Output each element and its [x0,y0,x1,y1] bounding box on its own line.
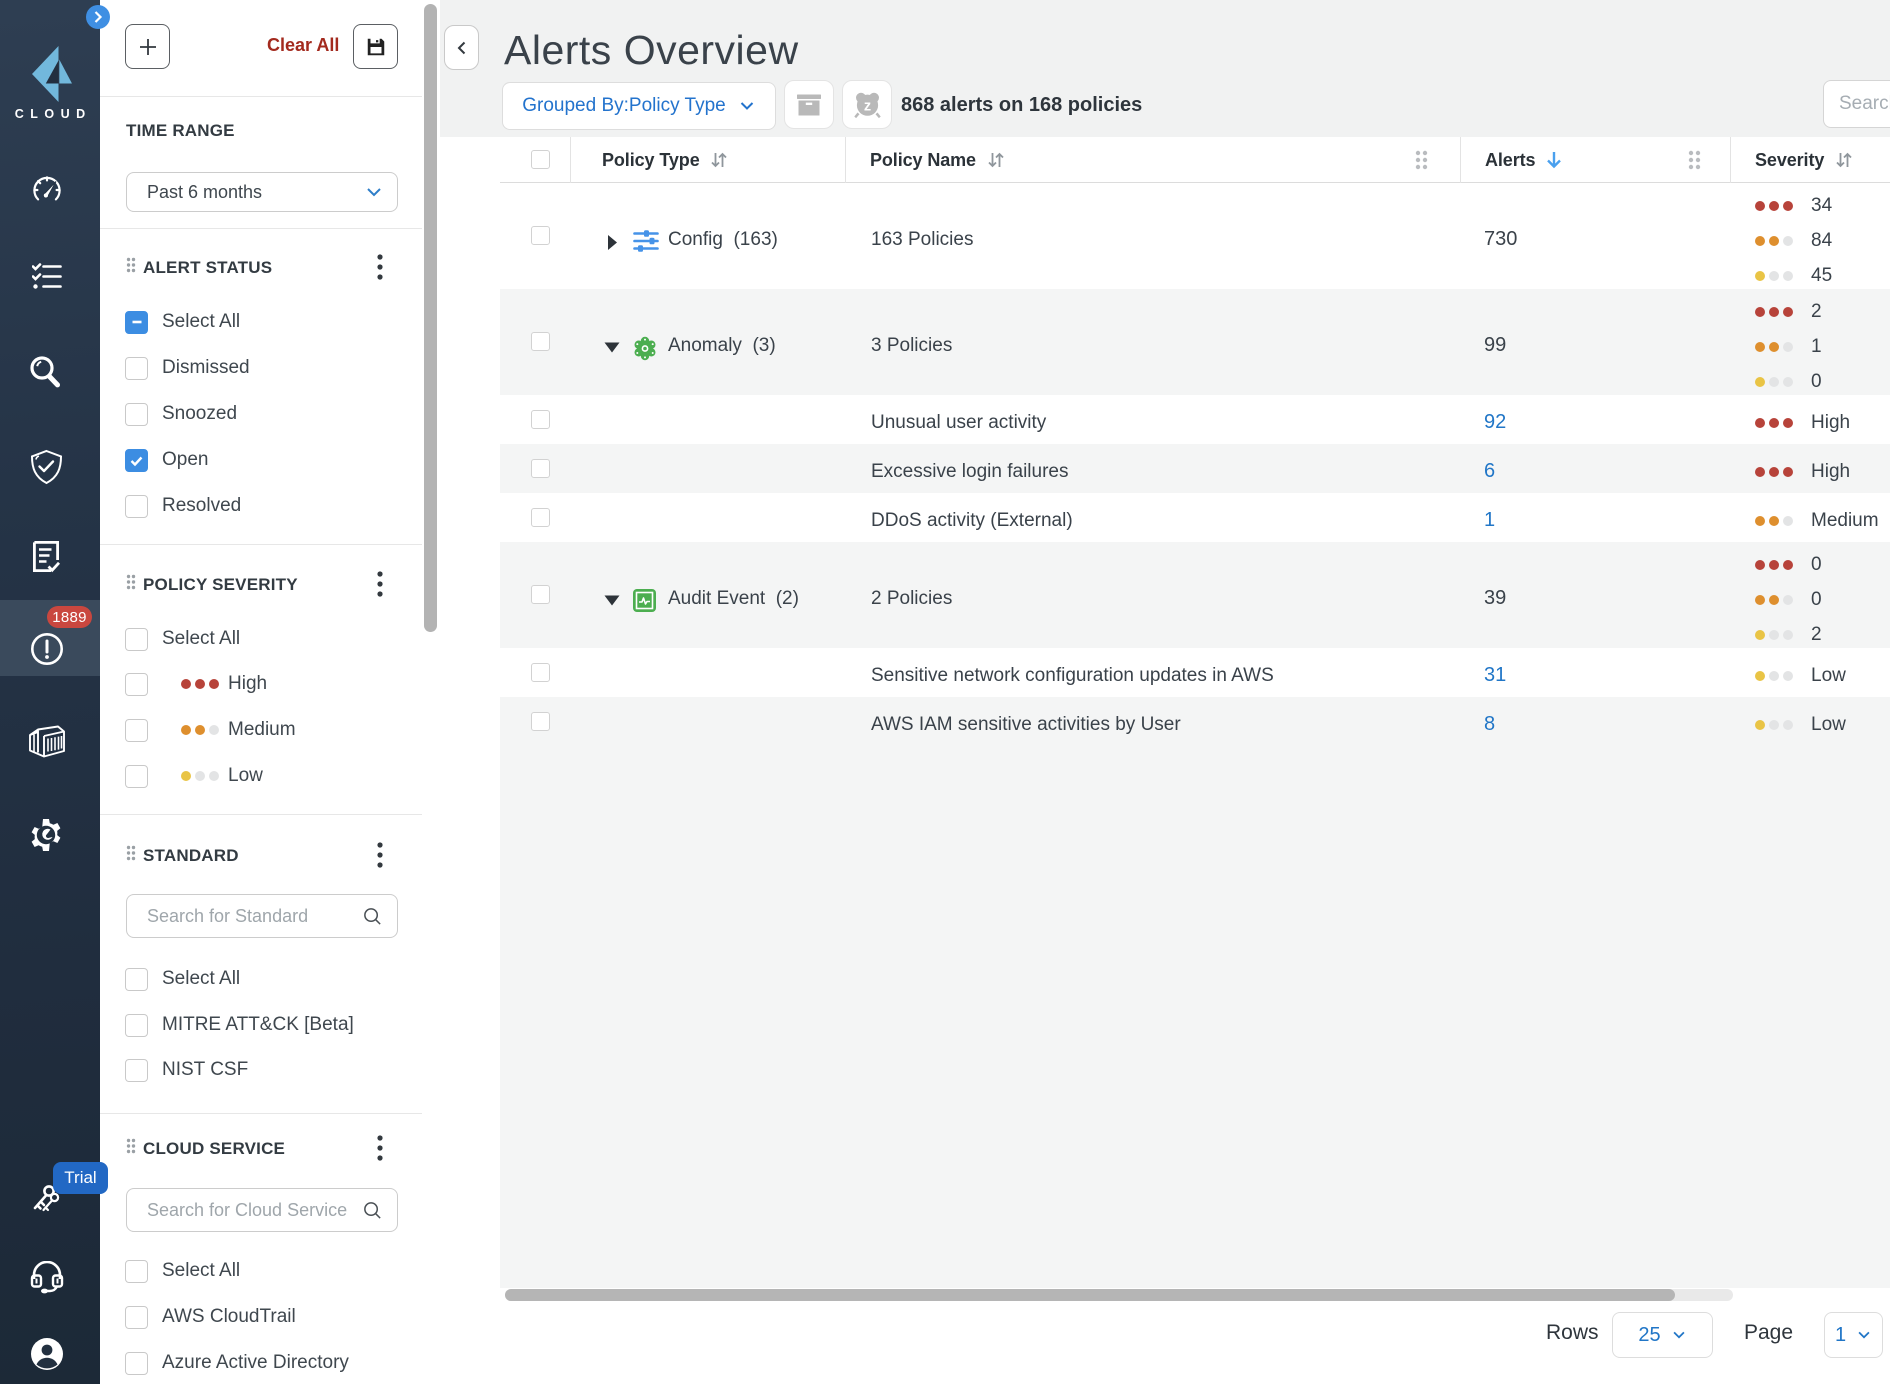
svg-text:z: z [863,98,870,114]
